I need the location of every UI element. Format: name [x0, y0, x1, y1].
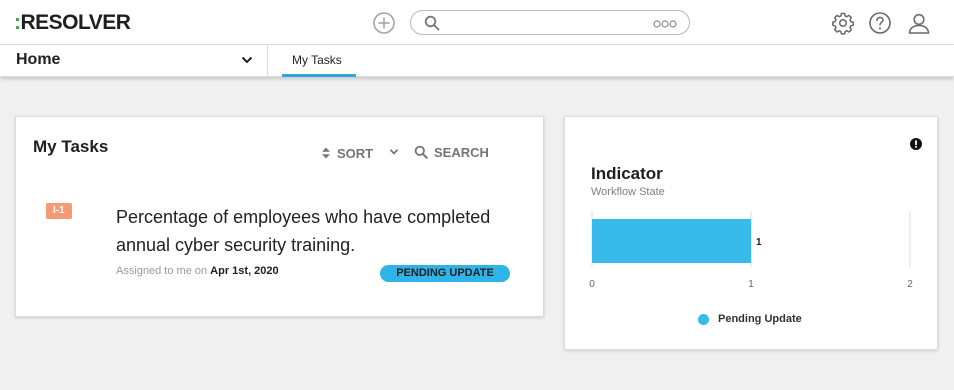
search-icon: [424, 15, 440, 31]
global-search-input[interactable]: [447, 14, 647, 32]
legend-label: Pending Update: [718, 313, 802, 325]
task-title: Percentage of employees who have complet…: [116, 207, 491, 255]
chart-tick-label: 1: [748, 279, 754, 290]
chart-bar: [592, 219, 751, 263]
status-badge: PENDING UPDATE: [380, 265, 510, 282]
chart-data-label: 1: [756, 237, 762, 248]
task-id-tag: I-1: [46, 203, 72, 219]
logo-text: RESOLVER: [20, 11, 131, 34]
add-icon[interactable]: [373, 12, 395, 34]
workspace-select-label: Home: [16, 51, 61, 68]
assigned-prefix: Assigned to me on: [116, 265, 211, 277]
my-tasks-title: My Tasks: [33, 137, 109, 156]
workspace-select[interactable]: Home: [0, 45, 268, 77]
more-icon[interactable]: [653, 19, 677, 29]
assigned-date: Apr 1st, 2020: [210, 265, 279, 277]
global-search[interactable]: [410, 10, 690, 35]
tasks-search-button[interactable]: SEARCH: [414, 144, 489, 160]
indicator-card: Indicator Workflow State 1 0 1 2 Pending Up…: [564, 116, 938, 350]
sort-button[interactable]: SORT: [321, 145, 373, 161]
task-list-item[interactable]: I-1 Percentage of employees who have com…: [16, 195, 543, 290]
my-tasks-card: My Tasks SORT SEARCH I-1 Percentage of e…: [15, 116, 544, 317]
task-assigned-info: Assigned to me on Apr 1st, 2020: [116, 265, 279, 277]
help-icon[interactable]: [868, 11, 892, 35]
sort-icon: [322, 147, 330, 159]
search-label: SEARCH: [434, 144, 489, 160]
indicator-title: Indicator: [591, 164, 663, 183]
user-icon[interactable]: [907, 11, 931, 35]
top-header: :RESOLVER: [0, 0, 954, 45]
indicator-subtitle: Workflow State: [591, 186, 665, 198]
nav-bar: Home My Tasks: [0, 45, 954, 77]
legend-swatch: [698, 313, 709, 325]
chart-tick-label: 2: [907, 279, 913, 290]
resolver-logo[interactable]: :RESOLVER: [14, 11, 131, 35]
search-icon: [414, 145, 428, 159]
active-tab-indicator: [282, 74, 356, 77]
sort-chevron-down-icon[interactable]: [389, 148, 399, 156]
sort-label: SORT: [337, 145, 374, 161]
settings-icon[interactable]: [831, 11, 855, 35]
chart-tick-label: 0: [589, 279, 595, 290]
chart-legend: Pending Update: [698, 313, 802, 325]
tab-my-tasks-label: My Tasks: [292, 53, 342, 67]
tab-my-tasks[interactable]: My Tasks: [282, 45, 356, 77]
chevron-down-icon: [241, 56, 253, 64]
alert-icon[interactable]: [910, 138, 922, 150]
